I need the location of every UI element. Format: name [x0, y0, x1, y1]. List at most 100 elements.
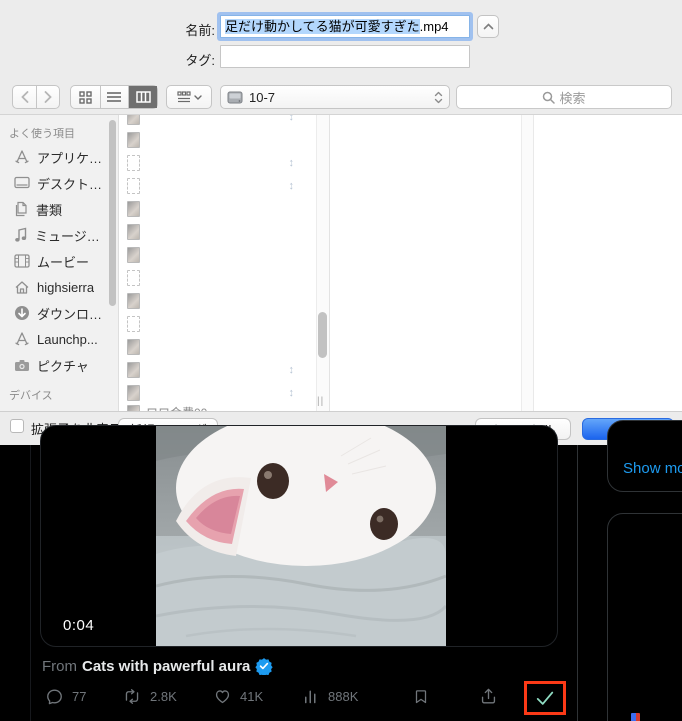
list-view-button[interactable] — [100, 86, 129, 108]
file-thumbnail — [127, 339, 140, 355]
file-column-3[interactable] — [534, 115, 682, 411]
sidebar-item-home[interactable]: highsierra — [14, 276, 114, 298]
show-more-link[interactable]: Show mo — [623, 460, 682, 477]
collapse-dialog-button[interactable] — [477, 15, 499, 38]
file-row[interactable] — [127, 245, 312, 265]
search-icon — [542, 91, 555, 104]
bookmark-button[interactable] — [412, 687, 430, 706]
desktop-icon — [14, 176, 30, 190]
retweet-count: 2.8K — [150, 689, 177, 704]
icon-view-button[interactable] — [71, 86, 100, 108]
movies-icon — [14, 254, 30, 268]
camera-icon — [14, 359, 30, 372]
sidebar: よく使う項目 アプリケ… デスクト… 書類 ミュージ… ムービー — [0, 115, 118, 411]
views-chart-icon — [302, 687, 320, 706]
file-row[interactable] — [127, 337, 312, 357]
sidebar-item-music[interactable]: ミュージ… — [14, 224, 114, 246]
updown-mark: ↕ — [289, 387, 295, 399]
check-icon[interactable] — [534, 688, 556, 708]
sidebar-item-pictures[interactable]: ピクチャ — [14, 354, 114, 376]
file-thumbnail — [127, 362, 140, 378]
devices-header: デバイス — [9, 387, 53, 403]
sidebar-item-documents[interactable]: 書類 — [14, 198, 114, 220]
search-placeholder: 検索 — [559, 88, 585, 107]
file-thumbnail — [127, 247, 140, 263]
filename-extension: .mp4 — [420, 19, 449, 34]
forward-button[interactable] — [36, 86, 59, 108]
file-row[interactable]: ↕ — [127, 383, 312, 403]
updown-mark: ↕ — [289, 180, 295, 192]
tags-input[interactable] — [220, 45, 470, 68]
chevron-right-icon — [44, 91, 52, 103]
column1-scroll-gutter — [316, 115, 330, 411]
file-row[interactable] — [127, 222, 312, 242]
source-prefix: From — [42, 658, 77, 675]
location-dropdown[interactable]: 10-7 — [220, 85, 450, 109]
video-player[interactable]: 0:04 — [40, 425, 558, 647]
back-button[interactable] — [13, 86, 36, 108]
views-button[interactable]: 888K — [302, 687, 358, 706]
card-media-fragment — [631, 713, 640, 721]
filename-input[interactable]: 足だけ動かしてる猫が可愛すぎた.mp4 — [220, 15, 470, 38]
file-row[interactable] — [127, 291, 312, 311]
like-count: 41K — [240, 689, 263, 704]
sidebar-scrollbar[interactable] — [109, 120, 116, 306]
file-row[interactable]: ↕ — [127, 360, 312, 380]
tweet-section: 0:04 From Cats with pawerful aura 77 2.8… — [0, 445, 682, 721]
sidebar-item-downloads[interactable]: ダウンロ… — [14, 302, 114, 324]
source-account-link[interactable]: Cats with pawerful aura — [82, 658, 250, 675]
location-value: 10-7 — [249, 90, 434, 105]
updown-mark: ↕ — [289, 364, 295, 376]
chevron-down-icon — [194, 95, 202, 100]
sidebar-next-card — [607, 513, 682, 721]
downloads-icon — [14, 305, 30, 321]
nav-buttons — [12, 85, 60, 109]
file-row[interactable]: ↕ — [127, 115, 312, 127]
group-by-button[interactable] — [166, 85, 212, 109]
video-timestamp: 0:04 — [63, 617, 94, 634]
sidebar-item-movies[interactable]: ムービー — [14, 250, 114, 272]
search-input[interactable]: 検索 — [456, 85, 672, 109]
applications-icon — [14, 149, 30, 165]
grid-view-icon — [79, 91, 92, 104]
updown-mark: ↕ — [289, 157, 295, 169]
share-button[interactable] — [479, 687, 498, 706]
cat-video-frame — [156, 426, 446, 647]
file-thumbnail — [127, 316, 140, 332]
file-row[interactable]: ↕ — [127, 176, 312, 196]
updown-mark: ↕ — [289, 115, 295, 123]
column2-scroll-gutter — [521, 115, 534, 411]
chevron-left-icon — [21, 91, 29, 103]
tweet-source: From Cats with pawerful aura — [42, 657, 273, 675]
sidebar-item-applications[interactable]: アプリケ… — [14, 146, 114, 168]
group-view-icon — [177, 91, 191, 103]
retweet-icon — [122, 687, 142, 706]
views-count: 888K — [328, 689, 358, 704]
share-icon — [479, 687, 498, 706]
music-icon — [14, 227, 28, 243]
file-row[interactable]: ↕ — [127, 153, 312, 173]
file-thumbnail — [127, 115, 140, 125]
file-row[interactable] — [127, 130, 312, 150]
column-resize-handle[interactable]: || — [317, 396, 324, 407]
reply-count: 77 — [72, 689, 86, 704]
tweet-column-border — [30, 445, 31, 721]
hide-extension-checkbox[interactable] — [10, 419, 24, 433]
verified-badge-icon — [255, 657, 273, 675]
file-row[interactable] — [127, 268, 312, 288]
like-button[interactable]: 41K — [213, 687, 263, 706]
sidebar-item-launchpad[interactable]: Launchp... — [14, 328, 114, 350]
file-row[interactable] — [127, 314, 312, 334]
retweet-button[interactable]: 2.8K — [122, 687, 177, 706]
file-thumbnail — [127, 224, 140, 240]
reply-button[interactable]: 77 — [45, 687, 86, 706]
file-column-2[interactable] — [331, 115, 521, 411]
column1-scrollbar[interactable] — [318, 312, 327, 358]
file-thumbnail — [127, 155, 140, 171]
column-view-button[interactable] — [128, 86, 157, 108]
file-row[interactable] — [127, 199, 312, 219]
sidebar-item-desktop[interactable]: デスクト… — [14, 172, 114, 194]
heart-icon — [213, 687, 232, 706]
bookmark-icon — [412, 687, 430, 706]
file-thumbnail — [127, 293, 140, 309]
